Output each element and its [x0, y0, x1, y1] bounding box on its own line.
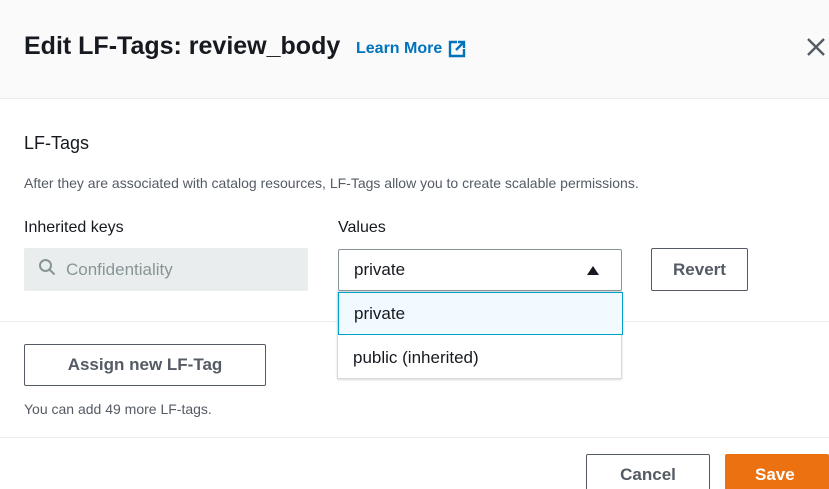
learn-more-link[interactable]: Learn More — [356, 40, 466, 58]
caret-up-icon — [587, 266, 599, 275]
external-link-icon — [448, 40, 466, 58]
cancel-button[interactable]: Cancel — [586, 454, 710, 489]
values-dropdown-menu: private public (inherited) — [337, 291, 623, 379]
inherited-key-value: Confidentiality — [66, 259, 173, 279]
assign-new-lf-tag-button[interactable]: Assign new LF-Tag — [24, 344, 266, 386]
section-title: LF-Tags — [24, 133, 90, 153]
search-icon — [38, 258, 56, 281]
section-description: After they are associated with catalog r… — [24, 175, 639, 191]
dropdown-option-private[interactable]: private — [338, 292, 623, 335]
learn-more-label: Learn More — [356, 40, 443, 57]
modal-header: Edit LF-Tags: review_body Learn More — [0, 0, 829, 98]
modal-title: Edit LF-Tags: review_body — [24, 32, 341, 60]
dropdown-option-public[interactable]: public (inherited) — [338, 336, 623, 379]
save-button[interactable]: Save — [725, 454, 829, 489]
close-icon[interactable] — [805, 36, 827, 58]
header-divider — [0, 98, 829, 99]
values-select-value: private — [354, 260, 406, 279]
inherited-key-field: Confidentiality — [24, 248, 308, 291]
values-label: Values — [338, 219, 386, 236]
lf-tag-limit-hint: You can add 49 more LF-tags. — [24, 401, 212, 417]
footer-divider — [0, 437, 829, 438]
values-select[interactable]: private — [338, 249, 622, 291]
inherited-keys-label: Inherited keys — [24, 219, 124, 236]
revert-button[interactable]: Revert — [651, 248, 748, 291]
